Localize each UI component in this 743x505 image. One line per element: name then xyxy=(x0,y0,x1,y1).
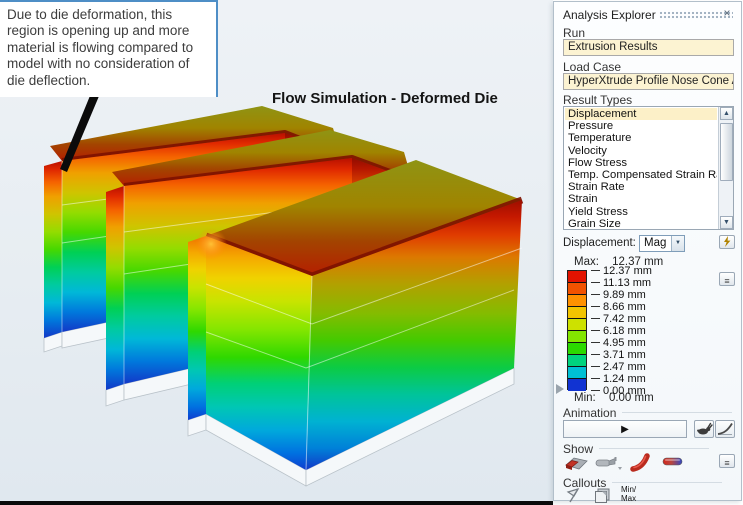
legend-tick: 7.42 mm xyxy=(591,313,646,324)
contour-legend: 12.37 mm11.13 mm9.89 mm8.66 mm7.42 mm6.1… xyxy=(567,270,737,390)
show-options-button[interactable]: ≡ xyxy=(719,454,735,468)
animation-curve-button[interactable] xyxy=(715,420,735,438)
legend-tick: 6.18 mm xyxy=(591,325,646,336)
flag-icon xyxy=(565,487,583,504)
listbox-scrollbar[interactable]: ▲ ▼ xyxy=(718,107,733,229)
animation-speed-button[interactable] xyxy=(694,420,714,438)
legend-min-value: 0.00 mm xyxy=(609,392,654,404)
scrollbar-thumb[interactable] xyxy=(720,123,733,181)
bearing-profile-icon xyxy=(629,453,655,472)
scroll-up-icon[interactable]: ▲ xyxy=(720,107,733,120)
legend-options-button[interactable]: ≡ xyxy=(719,272,735,286)
result-type-item[interactable]: Strain xyxy=(565,193,717,205)
plot-title: Flow Simulation - Deformed Die xyxy=(272,90,498,107)
menu-icon: ≡ xyxy=(724,276,729,286)
result-types-listbox[interactable]: DisplacementPressureTemperatureVelocityF… xyxy=(563,106,734,230)
show-bearing-button[interactable] xyxy=(629,453,655,475)
annotation-text: Due to die deformation, this region is o… xyxy=(7,7,193,88)
legend-tick: 1.24 mm xyxy=(591,373,646,384)
legend-min-label: Min: xyxy=(574,392,596,404)
chevron-down-icon[interactable]: ▼ xyxy=(671,236,684,251)
legend-tick: 4.95 mm xyxy=(591,337,646,348)
result-type-item[interactable]: Strain Rate xyxy=(565,181,717,193)
play-icon: ▶ xyxy=(621,424,629,435)
legend-slider-pointer-icon[interactable] xyxy=(556,384,564,394)
legend-band xyxy=(568,379,586,391)
result-type-item[interactable]: Displacement xyxy=(565,108,717,120)
component-value: Mag xyxy=(644,237,666,249)
annotation-callout: Due to die deformation, this region is o… xyxy=(0,0,218,97)
show-toolbar xyxy=(563,453,735,475)
graphics-viewport[interactable]: Due to die deformation, this region is o… xyxy=(0,0,553,505)
play-button[interactable]: ▶ xyxy=(563,420,687,438)
load-case-field[interactable]: HyperXtrude Profile Nose Cone Analysis xyxy=(563,73,734,90)
analysis-explorer-panel: Analysis Explorer × Run Extrusion Result… xyxy=(553,1,742,501)
result-type-item[interactable]: Pressure xyxy=(565,120,717,132)
result-type-item[interactable]: Velocity xyxy=(565,145,717,157)
legend-band xyxy=(568,319,586,331)
result-types-label: Result Types xyxy=(563,93,632,107)
legend-band xyxy=(568,331,586,343)
result-type-item[interactable]: Flow Stress xyxy=(565,157,717,169)
note-callout-button[interactable] xyxy=(593,487,611,505)
ramp-curve-icon xyxy=(716,421,734,437)
legend-band xyxy=(568,283,586,295)
rabbit-icon xyxy=(695,421,713,437)
result-type-item[interactable]: Temperature xyxy=(565,132,717,144)
show-billet-button[interactable] xyxy=(593,453,623,475)
note-icon xyxy=(593,487,611,504)
legend-band xyxy=(568,307,586,319)
legend-band xyxy=(568,271,586,283)
legend-band xyxy=(568,295,586,307)
minmax-label-line2: Max xyxy=(621,495,636,504)
legend-color-bar xyxy=(567,270,587,390)
billet-icon xyxy=(593,453,623,472)
legend-tick: 11.13 mm xyxy=(591,277,651,288)
die-icon xyxy=(563,453,589,472)
lightning-icon xyxy=(720,236,734,248)
legend-tick: 2.47 mm xyxy=(591,361,646,372)
component-select[interactable]: Mag ▼ xyxy=(639,235,685,252)
window-bottom-edge xyxy=(0,501,553,505)
legend-band xyxy=(568,367,586,379)
component-label: Displacement: xyxy=(563,237,636,249)
legend-band xyxy=(568,355,586,367)
quick-plot-button[interactable] xyxy=(719,235,735,249)
legend-tick: 12.37 mm xyxy=(591,265,652,276)
run-field[interactable]: Extrusion Results xyxy=(563,39,734,56)
panel-title: Analysis Explorer xyxy=(563,8,656,22)
legend-tick: 8.66 mm xyxy=(591,301,646,312)
extrudate-icon xyxy=(661,453,685,469)
result-type-item[interactable]: Yield Stress xyxy=(565,206,717,218)
callouts-label: Callouts xyxy=(563,476,722,490)
show-profile-button[interactable] xyxy=(661,453,685,472)
legend-tick: 9.89 mm xyxy=(591,289,646,300)
menu-icon: ≡ xyxy=(724,458,729,468)
scroll-down-icon[interactable]: ▼ xyxy=(720,216,733,229)
result-type-item[interactable]: Temp. Compensated Strain Rate-ln(Z) xyxy=(565,169,717,181)
run-label: Run xyxy=(563,26,585,40)
result-type-item[interactable]: Grain Size xyxy=(565,218,717,228)
close-icon[interactable]: × xyxy=(721,7,733,19)
minmax-callout-button[interactable]: Min/ Max xyxy=(621,486,636,503)
legend-tick: 3.71 mm xyxy=(591,349,646,360)
show-die-button[interactable] xyxy=(563,453,589,475)
panel-header: Analysis Explorer × xyxy=(563,8,735,22)
animation-label: Animation xyxy=(563,406,732,420)
probe-callout-button[interactable] xyxy=(565,487,583,505)
legend-band xyxy=(568,343,586,355)
application-window: Due to die deformation, this region is o… xyxy=(0,0,743,505)
load-case-label: Load Case xyxy=(563,60,621,74)
